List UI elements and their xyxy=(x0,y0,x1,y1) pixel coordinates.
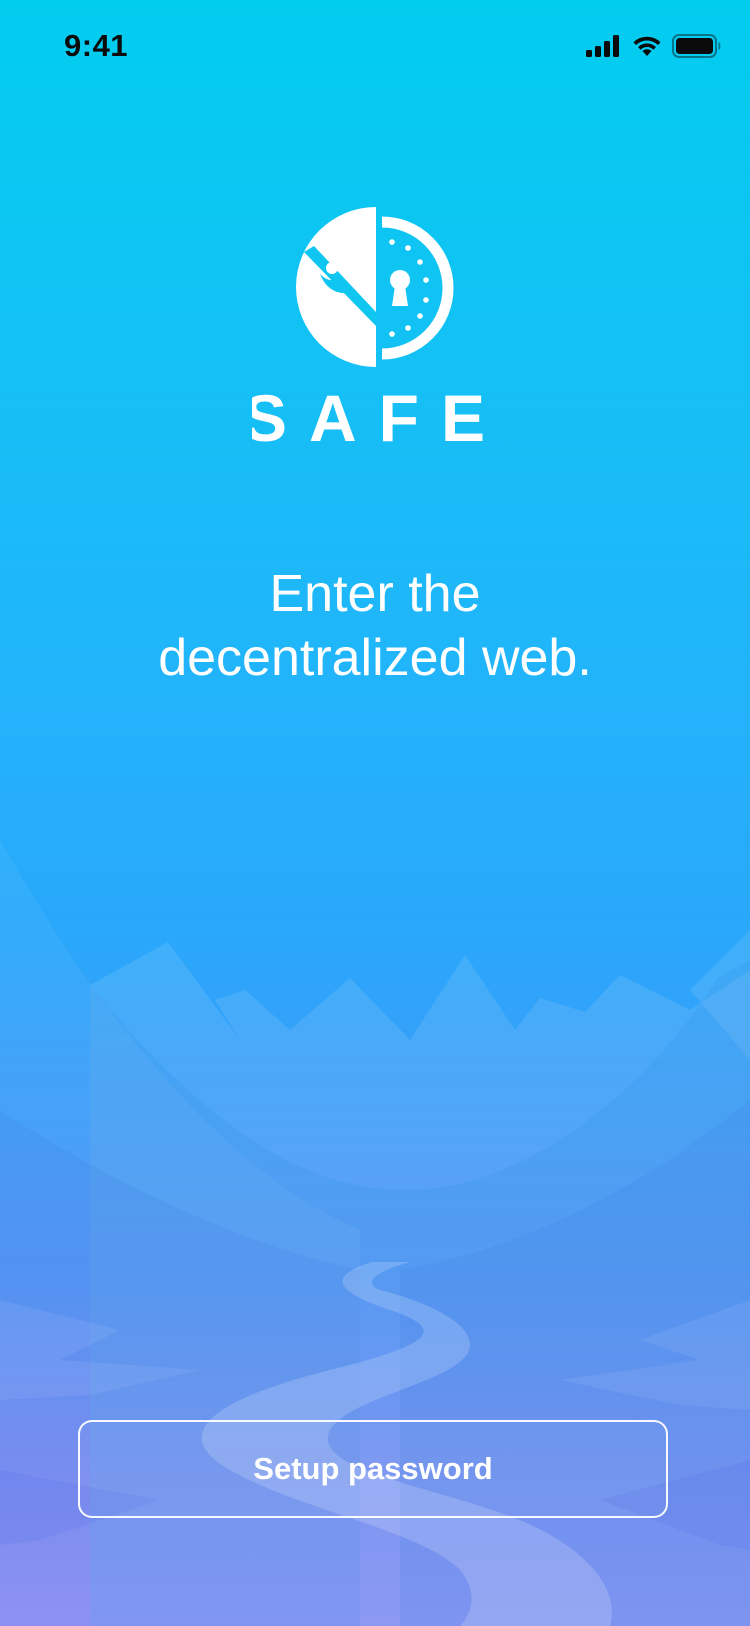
status-icons xyxy=(586,34,722,58)
wordmark-text: SAFE xyxy=(252,388,498,450)
tagline-line-2: decentralized web. xyxy=(158,629,592,687)
battery-icon xyxy=(672,34,721,58)
wifi-icon xyxy=(633,36,661,56)
status-bar: 9:41 xyxy=(0,0,750,96)
cellular-signal-icon xyxy=(586,35,619,57)
welcome-screen: 9:41 SAFE Enter the decentralized web. S… xyxy=(0,0,750,1626)
safe-wordmark: SAFE xyxy=(252,388,498,450)
setup-password-button[interactable]: Setup password xyxy=(78,1420,668,1518)
status-time: 9:41 xyxy=(64,28,129,63)
tagline: Enter the decentralized web. xyxy=(75,562,675,690)
safe-logo-icon xyxy=(296,207,454,367)
tagline-line-1: Enter the xyxy=(269,565,481,623)
